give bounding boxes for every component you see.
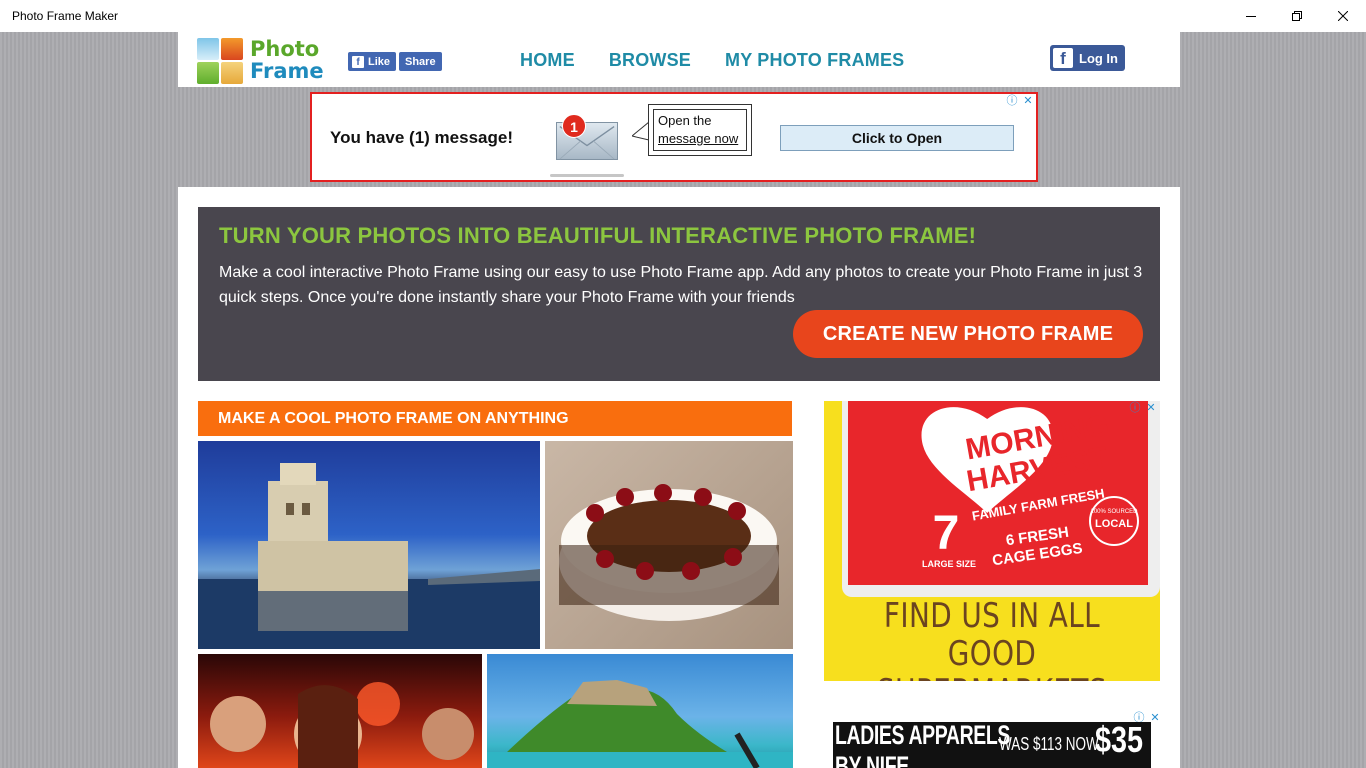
nav-home[interactable]: HOME	[520, 50, 575, 71]
site-header: Photo Frame f Like Share HOME BROWSE MY …	[178, 32, 1180, 87]
envelope-shadow	[550, 174, 624, 177]
hero-banner: TURN YOUR PHOTOS INTO BEAUTIFUL INTERACT…	[198, 207, 1160, 381]
egg-count: 7	[933, 507, 960, 560]
ad-info-icon[interactable]: ⓘ	[1128, 401, 1142, 415]
ad-choices: ⓘ ✕	[1005, 94, 1035, 108]
side-egg-ad[interactable]: MORNING HARVEST FAMILY FARM FRESH 7 LARG…	[824, 401, 1160, 681]
facebook-like-label: Like	[368, 55, 391, 68]
facebook-share-button[interactable]: Share	[399, 52, 442, 71]
facebook-icon: f	[352, 55, 364, 68]
hero-heading: TURN YOUR PHOTOS INTO BEAUTIFUL INTERACT…	[219, 223, 977, 248]
main-content: TURN YOUR PHOTOS INTO BEAUTIFUL INTERACT…	[178, 187, 1180, 768]
notification-badge: 1	[562, 114, 586, 138]
egg-brand-artwork: MORNING HARVEST FAMILY FARM FRESH 7 LARG…	[921, 407, 1139, 569]
login-label: Log In	[1079, 50, 1118, 66]
window-controls	[1228, 0, 1366, 32]
photo-tile-island[interactable]	[487, 654, 793, 768]
apparel-ad-headline: LADIES APPARELS BY NIFE	[835, 722, 1010, 768]
window-titlebar: Photo Frame Maker	[0, 0, 1366, 32]
ad-message-text: You have (1) message!	[330, 128, 513, 147]
window-title: Photo Frame Maker	[12, 9, 119, 23]
logo-line-2: Frame	[250, 59, 324, 83]
nav-browse[interactable]: BROWSE	[609, 50, 691, 71]
find-line-2: GOOD SUPERMARKETS	[877, 634, 1107, 681]
click-to-open-button[interactable]: Click to Open	[780, 125, 1014, 151]
seal-line-2: LOCAL	[1095, 518, 1133, 530]
facebook-share-label: Share	[405, 55, 436, 68]
facebook-login-button[interactable]: f Log In	[1050, 45, 1125, 71]
bubble-line-1: Open the	[658, 113, 712, 128]
apparel-headline-text: LADIES APPARELS	[835, 722, 1010, 750]
minimize-icon[interactable]	[1228, 0, 1274, 32]
restore-icon[interactable]	[1274, 0, 1320, 32]
find-line-1: FIND US IN ALL	[883, 596, 1101, 636]
top-banner-ad[interactable]: You have (1) message! 1 Open the message…	[310, 92, 1038, 182]
site-logo[interactable]: Photo Frame	[197, 36, 324, 84]
apparel-price: $35	[1095, 722, 1144, 760]
find-us-text: FIND US IN ALL GOOD SUPERMARKETS	[854, 597, 1130, 681]
logo-text: Photo Frame	[250, 38, 324, 82]
bubble-line-2: message now	[658, 131, 739, 146]
apparel-ad[interactable]: LADIES APPARELS BY NIFE WAS $113 NOW $35	[833, 722, 1151, 768]
ad-info-icon[interactable]: ⓘ	[1005, 94, 1019, 108]
seal-line-1: 100% SOURCED	[1090, 509, 1138, 515]
create-new-photo-frame-button[interactable]: CREATE NEW PHOTO FRAME	[793, 310, 1143, 358]
photo-tile-party[interactable]	[198, 654, 482, 768]
facebook-like-button[interactable]: f Like	[348, 52, 397, 71]
section-heading: MAKE A COOL PHOTO FRAME ON ANYTHING	[198, 401, 792, 436]
facebook-icon: f	[1053, 48, 1073, 68]
apparel-subline-text: BY NIFE	[835, 751, 909, 768]
ad-close-icon[interactable]: ✕	[1144, 401, 1158, 415]
photo-tile-tower[interactable]	[198, 441, 540, 649]
nav-my-photo-frames[interactable]: MY PHOTO FRAMES	[725, 50, 904, 71]
egg-size-label: LARGE SIZE	[922, 559, 976, 569]
logo-line-1: Photo	[250, 37, 320, 61]
photo-tile-cake[interactable]	[545, 441, 793, 649]
logo-tiles-icon	[197, 36, 245, 84]
ad-close-icon[interactable]: ✕	[1021, 94, 1035, 108]
apparel-was-price: WAS $113 NOW	[999, 734, 1099, 754]
ad-choices: ⓘ ✕	[1128, 401, 1158, 415]
hero-description: Make a cool interactive Photo Frame usin…	[219, 264, 1143, 306]
close-icon[interactable]	[1320, 0, 1366, 32]
speech-bubble: Open the message now	[648, 104, 752, 156]
main-nav: HOME BROWSE MY PHOTO FRAMES	[520, 50, 904, 71]
